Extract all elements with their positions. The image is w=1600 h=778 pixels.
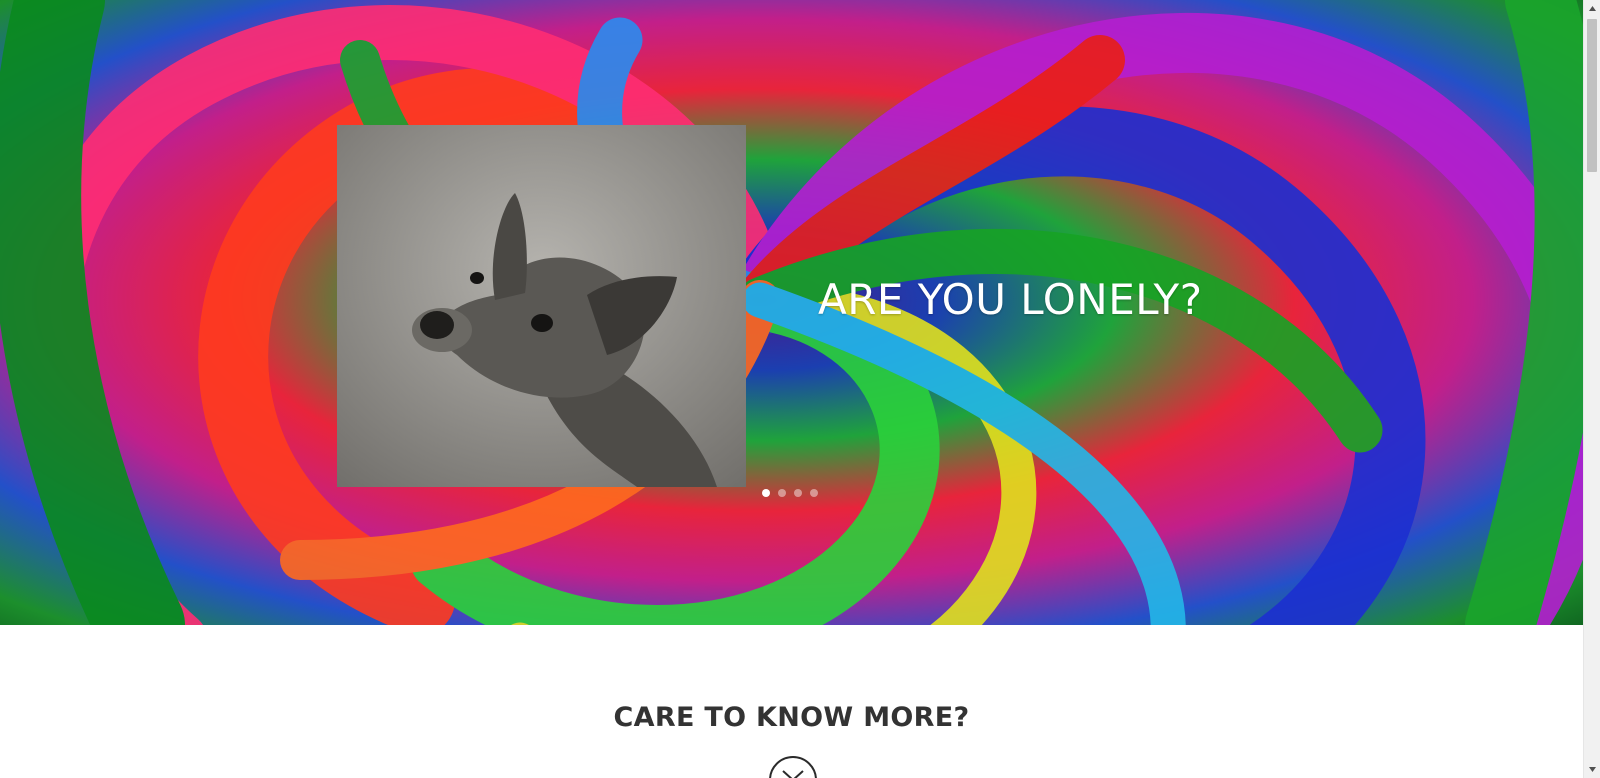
scroll-down-button[interactable] [769, 756, 817, 778]
vertical-scrollbar[interactable] [1583, 0, 1600, 778]
slide-title: ARE YOU LONELY? [818, 275, 1203, 324]
chevron-down-icon [782, 770, 804, 778]
scrollbar-thumb[interactable] [1587, 19, 1597, 172]
slider-pagination [762, 489, 818, 497]
scroll-down-arrow[interactable] [1584, 761, 1600, 778]
slider-dot-3[interactable] [794, 489, 802, 497]
slider-dot-4[interactable] [810, 489, 818, 497]
slide-image-dog [337, 125, 746, 487]
section-heading: CARE TO KNOW MORE? [613, 702, 970, 733]
hero-slider: ARE YOU LONELY? [0, 0, 1583, 625]
slider-dot-2[interactable] [778, 489, 786, 497]
scroll-up-arrow[interactable] [1584, 0, 1600, 17]
slider-dot-1[interactable] [762, 489, 770, 497]
page: ARE YOU LONELY? CARE TO KNOW MORE? [0, 0, 1583, 778]
swirl-background [0, 0, 1583, 625]
